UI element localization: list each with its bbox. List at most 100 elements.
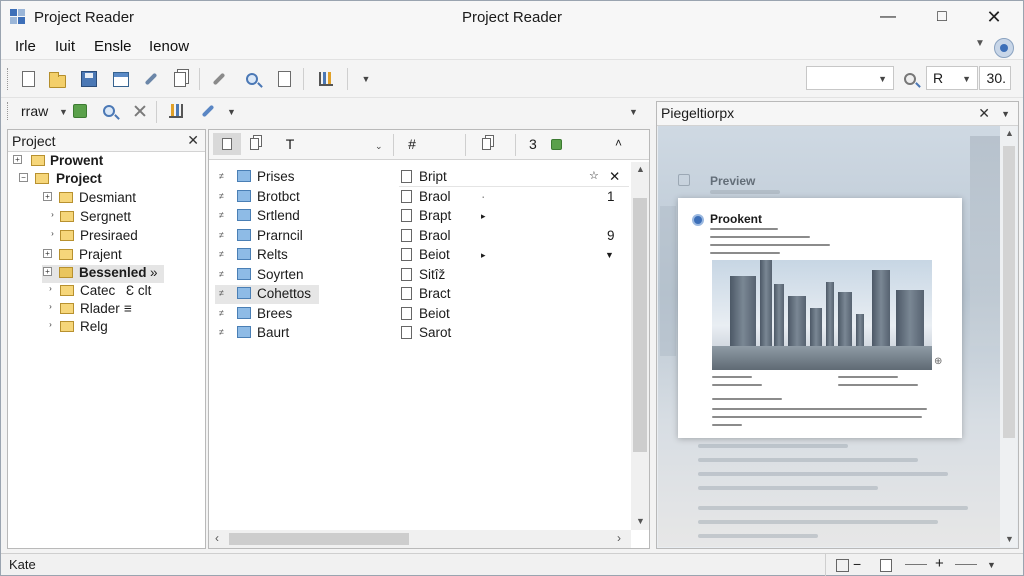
zoom-menu-icon[interactable]: ▼ <box>987 560 996 570</box>
expand-icon[interactable]: + <box>13 155 22 164</box>
more-tools-caret-icon[interactable]: ▼ <box>227 107 236 117</box>
vertical-scrollbar[interactable]: ▲ ▼ <box>631 162 649 530</box>
color-tag-icon[interactable] <box>545 133 567 155</box>
minimize-button[interactable]: — <box>865 1 911 33</box>
ribbon-collapse-icon[interactable]: ▼ <box>975 38 985 49</box>
close-project-panel-icon[interactable]: ✕ <box>187 132 199 149</box>
scroll-right-arrow-icon[interactable]: › <box>617 531 621 545</box>
save-icon[interactable] <box>78 68 100 90</box>
pin-icon[interactable]: ☆ <box>589 169 599 182</box>
tree-item[interactable]: + Prajent <box>8 247 205 265</box>
document-item[interactable]: Beiot ▸ ▼ <box>399 246 629 265</box>
collapse-icon[interactable]: − <box>19 173 28 182</box>
list-item[interactable]: ≠ Soyrten <box>215 266 319 285</box>
preview-scroll-up-icon[interactable]: ▲ <box>1005 128 1014 138</box>
filter-caret-icon[interactable]: ⌄ <box>375 141 383 152</box>
text-view-icon[interactable]: T <box>279 133 301 155</box>
scroll-down-arrow-icon[interactable]: ▼ <box>636 516 645 526</box>
menu-file[interactable]: Irle <box>15 38 36 55</box>
scroll-up-icon[interactable]: ˄ <box>615 136 622 150</box>
delete-icon[interactable] <box>129 100 151 122</box>
list-item[interactable]: ≠ Prarncil <box>215 227 319 246</box>
expand-icon[interactable]: + <box>43 249 52 258</box>
find-icon[interactable] <box>899 68 921 90</box>
zoom-slider-track[interactable] <box>955 564 977 565</box>
document-item[interactable]: Sitîž <box>399 266 629 285</box>
toolbar-grip[interactable] <box>7 68 10 90</box>
close-preview-icon[interactable]: ✕ <box>978 105 990 122</box>
tree-item[interactable]: › Catec Ɛ clt <box>8 283 205 301</box>
close-button[interactable]: ✕ <box>971 1 1017 33</box>
menu-edit[interactable]: Iuit <box>55 38 75 55</box>
horizontal-scrollbar[interactable]: ‹ › <box>209 530 631 548</box>
toolbar-grip[interactable] <box>7 102 10 120</box>
view-dropdown-caret-icon[interactable]: ▼ <box>59 107 68 117</box>
list-item[interactable]: ≠ Baurt <box>215 324 319 343</box>
list-item-highlighted[interactable]: ≠ Cohettos <box>215 285 319 304</box>
zoom-icon[interactable] <box>98 100 120 122</box>
add-green-icon[interactable] <box>69 100 91 122</box>
search-combo[interactable]: ▼ <box>806 66 894 90</box>
copy-icon[interactable] <box>169 68 191 90</box>
list-item[interactable]: ≠ Srtlend <box>215 207 319 226</box>
list-view-icon[interactable] <box>243 133 265 155</box>
tree-item[interactable]: − Project <box>8 171 205 189</box>
tree-item[interactable]: + Prowent <box>8 153 205 171</box>
list-item[interactable]: ≠ Brees <box>215 305 319 324</box>
list-item[interactable]: ≠ Brotbct <box>215 188 319 207</box>
document-icon[interactable] <box>273 68 295 90</box>
hash-icon[interactable]: # <box>401 133 423 155</box>
document-item[interactable]: Braol · 1 <box>399 188 629 207</box>
preview-scroll-thumb[interactable] <box>1003 146 1015 438</box>
zoom-slider-track[interactable] <box>905 564 927 565</box>
actual-size-icon[interactable] <box>875 554 897 576</box>
close-item-icon[interactable]: ✕ <box>609 169 620 185</box>
tree-item[interactable]: › Relg <box>8 319 205 337</box>
tag-icon[interactable] <box>197 100 219 122</box>
dropdown-icon[interactable]: ▼ <box>605 250 614 260</box>
scroll-left-arrow-icon[interactable]: ‹ <box>215 531 219 545</box>
document-item[interactable]: Brapt ▸ <box>399 207 629 226</box>
zoom-in-icon[interactable]: + <box>935 555 944 572</box>
tree-item[interactable]: › Rlader ≡ <box>8 301 205 319</box>
document-item[interactable]: Sarot <box>399 324 629 343</box>
horizontal-scroll-thumb[interactable] <box>229 533 409 545</box>
document-item[interactable]: Bract <box>399 285 629 304</box>
list-item[interactable]: ≠ Prises <box>215 168 319 187</box>
help-icon[interactable] <box>994 38 1014 58</box>
settings-tool-icon[interactable] <box>208 68 230 90</box>
preview-scroll-down-icon[interactable]: ▼ <box>1005 534 1014 544</box>
vertical-scroll-thumb[interactable] <box>633 198 647 452</box>
link-icon[interactable] <box>475 133 497 155</box>
zoom-value-field[interactable]: 30. <box>979 66 1011 90</box>
document-item[interactable]: Braol 9 <box>399 227 629 246</box>
view-dropdown[interactable]: rraw <box>21 103 48 119</box>
sort-icon[interactable] <box>165 100 187 122</box>
preview-vertical-scrollbar[interactable]: ▲ ▼ <box>1000 126 1017 547</box>
expand-image-icon[interactable]: ⊕ <box>934 356 942 367</box>
submenu-arrow-icon[interactable]: ▸ <box>481 211 486 222</box>
zoom-mode-combo[interactable]: R ▼ <box>926 66 978 90</box>
menu-window[interactable]: Ienow <box>149 38 189 55</box>
details-view-icon[interactable] <box>213 133 241 155</box>
fit-page-icon[interactable] <box>831 554 853 576</box>
zoom-out-icon[interactable]: − <box>853 556 861 572</box>
tools-icon[interactable] <box>140 68 162 90</box>
search-icon[interactable] <box>241 68 263 90</box>
expand-icon[interactable]: + <box>43 267 52 276</box>
menu-view[interactable]: Ensle <box>94 38 132 55</box>
scroll-up-arrow-icon[interactable]: ▲ <box>636 164 645 174</box>
tree-item[interactable]: › Sergnett <box>8 209 205 227</box>
chart-icon[interactable] <box>315 68 337 90</box>
document-item[interactable]: Beiot <box>399 305 629 324</box>
toolbar-overflow-icon[interactable]: ▼ <box>629 107 638 117</box>
table-icon[interactable] <box>110 68 132 90</box>
maximize-button[interactable]: □ <box>919 1 965 33</box>
document-item[interactable]: Bript ☆ ✕ <box>399 168 629 187</box>
new-file-icon[interactable] <box>17 68 39 90</box>
open-folder-icon[interactable] <box>46 68 68 90</box>
toolbar-more-icon[interactable]: ▼ <box>355 68 377 90</box>
expand-icon[interactable]: + <box>43 192 52 201</box>
submenu-arrow-icon[interactable]: ▸ <box>481 250 486 261</box>
preview-menu-icon[interactable]: ▼ <box>1001 109 1010 119</box>
